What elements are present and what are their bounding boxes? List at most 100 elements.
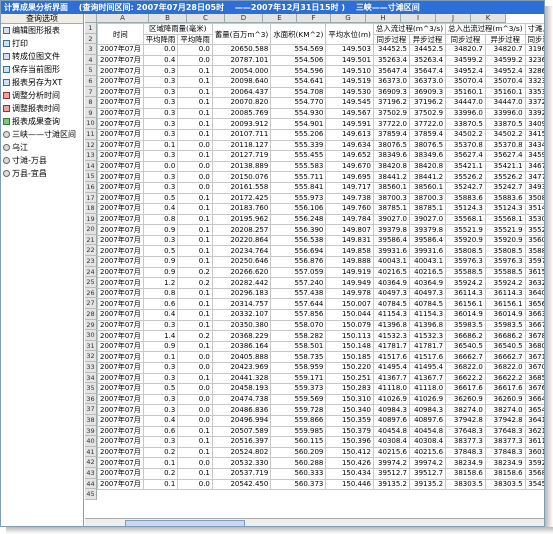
table-cell[interactable]: 555.973: [270, 192, 327, 205]
table-cell[interactable]: 557.644: [270, 298, 327, 311]
column-header-0[interactable]: [85, 14, 97, 23]
table-cell[interactable]: 150.310: [325, 393, 374, 406]
sidebar-item-8[interactable]: 三峡——寸滩区间: [1, 128, 83, 141]
table-cell[interactable]: 35263.4: [372, 54, 411, 67]
table-cell[interactable]: 0.5: [142, 192, 179, 205]
table-cell[interactable]: 0.0: [177, 351, 213, 363]
table-cell[interactable]: 150.185: [325, 351, 374, 363]
table-cell[interactable]: 35451.2: [524, 478, 544, 491]
table-cell[interactable]: 20054.000: [211, 65, 272, 77]
table-cell[interactable]: 20093.912: [211, 118, 272, 130]
table-cell[interactable]: 39027.0: [408, 213, 447, 226]
table-cell[interactable]: 2007年07月: [97, 414, 144, 427]
table-cell[interactable]: 2007年07月: [97, 150, 144, 162]
table-cell[interactable]: 554.569: [270, 44, 327, 56]
sidebar-item-2[interactable]: 转成位图文件: [1, 50, 83, 63]
column-header-8[interactable]: H: [366, 14, 401, 23]
table-cell[interactable]: 35124.3: [484, 203, 526, 215]
table-cell[interactable]: 0.0: [177, 404, 213, 416]
column-header-11[interactable]: K: [471, 14, 506, 23]
table-cell[interactable]: 40215.6: [372, 446, 411, 459]
table-cell[interactable]: 20161.558: [211, 181, 272, 194]
table-cell[interactable]: 0.1: [177, 75, 213, 88]
table-cell[interactable]: 560.288: [270, 457, 327, 469]
table-cell[interactable]: 2007年07月: [97, 86, 144, 99]
table-cell[interactable]: 35647.4: [408, 65, 447, 77]
table-cell[interactable]: 0.1: [177, 467, 213, 480]
table-cell[interactable]: 149.519: [325, 75, 374, 88]
table-cell[interactable]: 35976.3: [484, 256, 526, 268]
column-header-5[interactable]: E: [263, 14, 297, 23]
table-cell[interactable]: 20332.107: [211, 309, 272, 321]
table-cell[interactable]: 40308.4: [372, 436, 411, 448]
table-cell[interactable]: 35883.0: [524, 245, 544, 258]
table-cell[interactable]: 35976.3: [445, 256, 486, 268]
table-cell[interactable]: 34677.4: [524, 160, 544, 173]
table-cell[interactable]: 0.1: [177, 97, 213, 109]
table-cell[interactable]: 35588.5: [484, 266, 526, 279]
table-cell[interactable]: 38785.1: [372, 203, 411, 215]
table-cell[interactable]: 34820.7: [484, 44, 526, 56]
column-header-10[interactable]: J: [436, 14, 471, 23]
table-cell[interactable]: 38158.6: [484, 467, 526, 480]
table-cell[interactable]: 20183.760: [211, 203, 272, 215]
table-cell[interactable]: 150.396: [325, 436, 374, 448]
table-cell[interactable]: 554.506: [270, 54, 327, 67]
table-cell[interactable]: 35920.9: [484, 234, 526, 247]
table-cell[interactable]: 20250.646: [211, 256, 272, 268]
table-cell[interactable]: 20195.962: [211, 213, 272, 226]
row-header[interactable]: 24: [85, 266, 97, 278]
table-cell[interactable]: 37196.2: [408, 97, 447, 109]
table-cell[interactable]: 0.5: [142, 383, 179, 395]
table-cell[interactable]: 0.3: [142, 372, 179, 385]
row-header[interactable]: 11: [85, 128, 97, 140]
table-cell[interactable]: 149.545: [325, 97, 374, 109]
table-cell[interactable]: 0.1: [177, 86, 213, 99]
table-cell[interactable]: 560.115: [270, 436, 327, 448]
table-cell[interactable]: 20458.193: [211, 383, 272, 395]
table-cell[interactable]: 0.1: [177, 150, 213, 162]
table-cell[interactable]: 32365.0: [524, 54, 544, 67]
table-cell[interactable]: 0.0: [177, 54, 213, 67]
table-cell[interactable]: 41517.6: [408, 351, 447, 363]
sidebar-item-7[interactable]: 报表成果查询: [1, 115, 83, 128]
table-cell[interactable]: 555.711: [270, 171, 327, 183]
table-cell[interactable]: 150.251: [325, 372, 374, 385]
table-cell[interactable]: 20208.257: [211, 224, 272, 236]
table-cell[interactable]: 36909.3: [408, 86, 447, 99]
row-header[interactable]: 35: [85, 383, 97, 394]
table-cell[interactable]: 556.876: [270, 256, 327, 268]
table-cell[interactable]: 36642.3: [524, 393, 544, 406]
table-cell[interactable]: 149.888: [325, 256, 374, 268]
table-cell[interactable]: 40497.3: [408, 287, 447, 300]
table-cell[interactable]: 36822.0: [445, 362, 486, 374]
table-cell[interactable]: 37942.8: [484, 414, 526, 427]
table-cell[interactable]: 37648.3: [445, 425, 486, 438]
table-cell[interactable]: 35421.1: [445, 160, 486, 173]
table-cell[interactable]: 0.3: [142, 404, 179, 416]
table-cell[interactable]: 36780.6: [524, 330, 544, 342]
table-cell[interactable]: 38700.3: [372, 192, 411, 205]
table-cell[interactable]: 0.3: [142, 234, 179, 247]
table-cell[interactable]: 39379.8: [408, 224, 447, 236]
row-header[interactable]: 29: [85, 319, 97, 331]
row-header[interactable]: 3: [85, 44, 97, 55]
table-cell[interactable]: 560.333: [270, 467, 327, 480]
table-cell[interactable]: 2007年07月: [97, 213, 144, 226]
table-cell[interactable]: 37502.9: [408, 107, 447, 120]
table-cell[interactable]: 149.510: [325, 65, 374, 77]
table-cell[interactable]: 40308.4: [408, 436, 447, 448]
table-cell[interactable]: 2007年07月: [97, 65, 144, 77]
table-cell[interactable]: 20486.836: [211, 404, 272, 416]
table-cell[interactable]: 38441.2: [408, 171, 447, 183]
table-cell[interactable]: 0.6: [142, 298, 179, 311]
row-header[interactable]: 6: [85, 75, 97, 87]
table-cell[interactable]: 0.3: [142, 150, 179, 162]
table-cell[interactable]: 0.0: [177, 181, 213, 194]
table-cell[interactable]: 41781.7: [372, 340, 411, 353]
table-cell[interactable]: 38377.3: [445, 436, 486, 448]
table-cell[interactable]: 558.070: [270, 319, 327, 332]
table-cell[interactable]: 31967.0: [524, 44, 544, 56]
table-cell[interactable]: 555.206: [270, 128, 327, 141]
table-cell[interactable]: 0.1: [177, 425, 213, 438]
